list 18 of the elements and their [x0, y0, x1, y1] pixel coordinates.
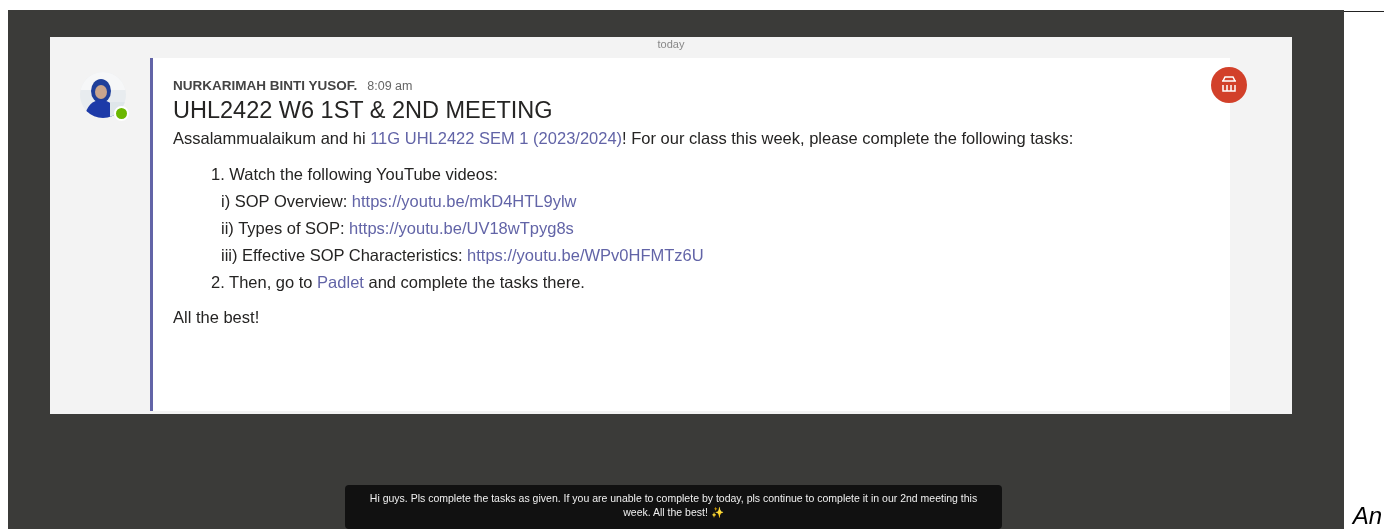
list-item: 1. Watch the following YouTube videos:	[211, 164, 499, 185]
message-subject: UHL2422 W6 1ST & 2ND MEETING	[173, 96, 554, 125]
mention-link[interactable]: 11G UHL2422 SEM 1 (2023/2024)	[370, 129, 623, 147]
list-item: i) SOP Overview: https://youtu.be/mkD4HTL9ylw	[220, 191, 578, 212]
list-item: ii) Types of SOP: https://youtu.be/UV18wTpyg8s	[220, 218, 575, 239]
date-separator: today	[657, 38, 685, 50]
list-item: iii) Effective SOP Characteristics: https://youtu.be/WPv0HFMTz6U	[220, 245, 705, 266]
link[interactable]: Padlet	[317, 273, 364, 291]
message-text: Assalammualaikum and hi 11G UHL2422 SEM 1 (2023/2024)! For our class this week, please complete the following tasks:	[173, 128, 1075, 149]
author-name: NURKARIMAH BINTI YUSOF.	[173, 78, 358, 93]
list-item: 2. Then, go to Padlet and complete the tasks there.	[211, 272, 586, 293]
link[interactable]: https://youtu.be/mkD4HTL9ylw	[351, 192, 577, 210]
partial-text: An	[1352, 503, 1382, 529]
link[interactable]: https://youtu.be/WPv0HFMTz6U	[467, 246, 704, 264]
link[interactable]: https://youtu.be/UV18wTpyg8s	[349, 219, 574, 237]
timestamp: 8:09 am	[367, 79, 413, 93]
message-text: All the best!	[173, 307, 261, 328]
subtitle-caption: Hi guys. Pls complete the tasks as given. If you are unable to complete by today, pls continue to complete it in our 2nd meeting this week. All the best! ✨	[345, 485, 1002, 529]
